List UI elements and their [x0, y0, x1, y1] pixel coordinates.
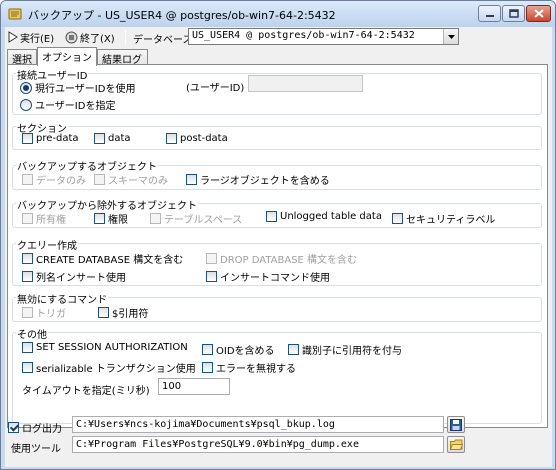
stop-icon [65, 31, 78, 43]
tool-label: 使用ツール [11, 444, 61, 455]
checkbox-data-only[interactable]: データのみ [22, 172, 86, 187]
checkbox-tablespaces[interactable]: テーブルスペース [150, 211, 242, 226]
close-icon [533, 9, 544, 18]
radio-current-user[interactable]: 現行ユーザーIDを使用 [20, 80, 135, 95]
checkbox-drop-database[interactable]: DROP DATABASE 構文を含む [206, 251, 357, 266]
checkbox-include-oids[interactable]: OIDを含める [202, 342, 275, 357]
app-icon [7, 6, 23, 22]
maximize-icon [508, 9, 519, 18]
checkbox-schema-only[interactable]: スキーマのみ [94, 172, 168, 187]
maximize-button[interactable] [502, 5, 525, 22]
save-log-button[interactable] [447, 416, 465, 433]
checkbox-ignore-errors[interactable]: エラーを無視する [202, 360, 296, 375]
client-area: 実行(E) 終了(X) データベース US_USER4 @ postgres/o… [5, 27, 552, 467]
timeout-input[interactable]: 100 [158, 378, 230, 395]
checkbox-security-labels[interactable]: セキュリティラベル [392, 211, 495, 226]
quit-label: 終了(X) [80, 33, 115, 45]
radio-current-user-label: 現行ユーザーIDを使用 [35, 84, 136, 95]
toolbar-separator [125, 30, 126, 44]
checkbox-insert-commands[interactable]: インサートコマンド使用 [206, 269, 330, 284]
application-window: バックアップ - US_USER4 @ postgres/ob-win7-64-… [0, 0, 556, 470]
minimize-icon [485, 14, 494, 17]
userid-label: (ユーザーID) [186, 83, 245, 94]
checkbox-create-database[interactable]: CREATE DATABASE 構文を含む [22, 251, 183, 266]
tab-selection[interactable]: 選択 [7, 49, 37, 66]
section-group [12, 126, 542, 150]
checkbox-triggers[interactable]: トリガ [22, 305, 66, 320]
query-title: クエリー作成 [16, 237, 78, 252]
userid-input[interactable] [248, 75, 363, 92]
checkbox-quote-identifiers[interactable]: 識別子に引用符を付与 [288, 342, 402, 357]
database-select[interactable]: US_USER4 @ postgres/ob-win7-64-2:5432 [188, 28, 459, 45]
execute-button[interactable]: 実行(E) [8, 29, 54, 45]
database-value: US_USER4 @ postgres/ob-win7-64-2:5432 [192, 30, 415, 41]
checkbox-post-data[interactable]: post-data [166, 133, 228, 144]
quit-button[interactable]: 終了(X) [65, 29, 115, 45]
exclude-objects-title: バックアップから除外するオブジェクト [16, 197, 198, 212]
toolbar: 実行(E) 終了(X) データベース US_USER4 @ postgres/o… [5, 27, 552, 47]
checkbox-log-output[interactable]: ログ出力 [8, 420, 62, 435]
folder-icon [449, 439, 463, 450]
minimize-button[interactable] [478, 5, 501, 22]
log-output-label: ログ出力 [22, 424, 62, 435]
other-title: その他 [16, 326, 48, 341]
checkbox-pre-data[interactable]: pre-data [22, 133, 79, 144]
radio-specify-user[interactable]: ユーザーIDを指定 [20, 97, 115, 112]
dropdown-arrow-icon[interactable] [443, 29, 458, 44]
timeout-label: タイムアウトを指定(ミリ秒) [22, 386, 150, 397]
checkbox-privileges[interactable]: 権限 [94, 211, 128, 226]
execute-label: 実行(E) [20, 33, 55, 45]
save-icon [450, 418, 462, 431]
window-title: バックアップ - US_USER4 @ postgres/ob-win7-64-… [28, 9, 336, 22]
checkbox-unlogged-table-data[interactable]: Unlogged table data [266, 211, 382, 222]
checkbox-column-inserts[interactable]: 列名インサート使用 [22, 269, 126, 284]
tab-result-log[interactable]: 結果ログ [97, 49, 148, 66]
title-bar[interactable]: バックアップ - US_USER4 @ postgres/ob-win7-64-… [1, 1, 555, 27]
radio-specify-user-label: ユーザーIDを指定 [35, 101, 116, 112]
tool-path-input[interactable]: C:¥Program Files¥PostgreSQL¥9.0¥bin¥pg_d… [72, 436, 444, 453]
options-panel: 接続ユーザーID 現行ユーザーIDを使用 ユーザーIDを指定 (ユーザーID) … [7, 64, 548, 428]
checkbox-dollar-quoting[interactable]: $引用符 [98, 305, 148, 320]
checkbox-set-session-authorization[interactable]: SET SESSION AUTHORIZATION [22, 342, 188, 353]
database-label: データベース [133, 35, 193, 46]
checkbox-data[interactable]: data [94, 133, 131, 144]
tab-options[interactable]: オプション [37, 47, 97, 66]
close-button[interactable] [526, 5, 551, 22]
backup-objects-title: バックアップするオブジェクト [16, 158, 158, 173]
log-path-input[interactable]: C:¥Users¥ncs-kojima¥Documents¥psql_bkup.… [72, 416, 444, 433]
checkbox-owner[interactable]: 所有権 [22, 211, 66, 226]
play-icon [8, 31, 18, 43]
disable-commands-title: 無効にするコマンド [16, 291, 109, 306]
browse-tool-button[interactable] [447, 436, 465, 453]
checkbox-large-objects[interactable]: ラージオブジェクトを含める [186, 172, 330, 187]
checkbox-serializable[interactable]: serializable トランザクション使用 [22, 360, 196, 375]
